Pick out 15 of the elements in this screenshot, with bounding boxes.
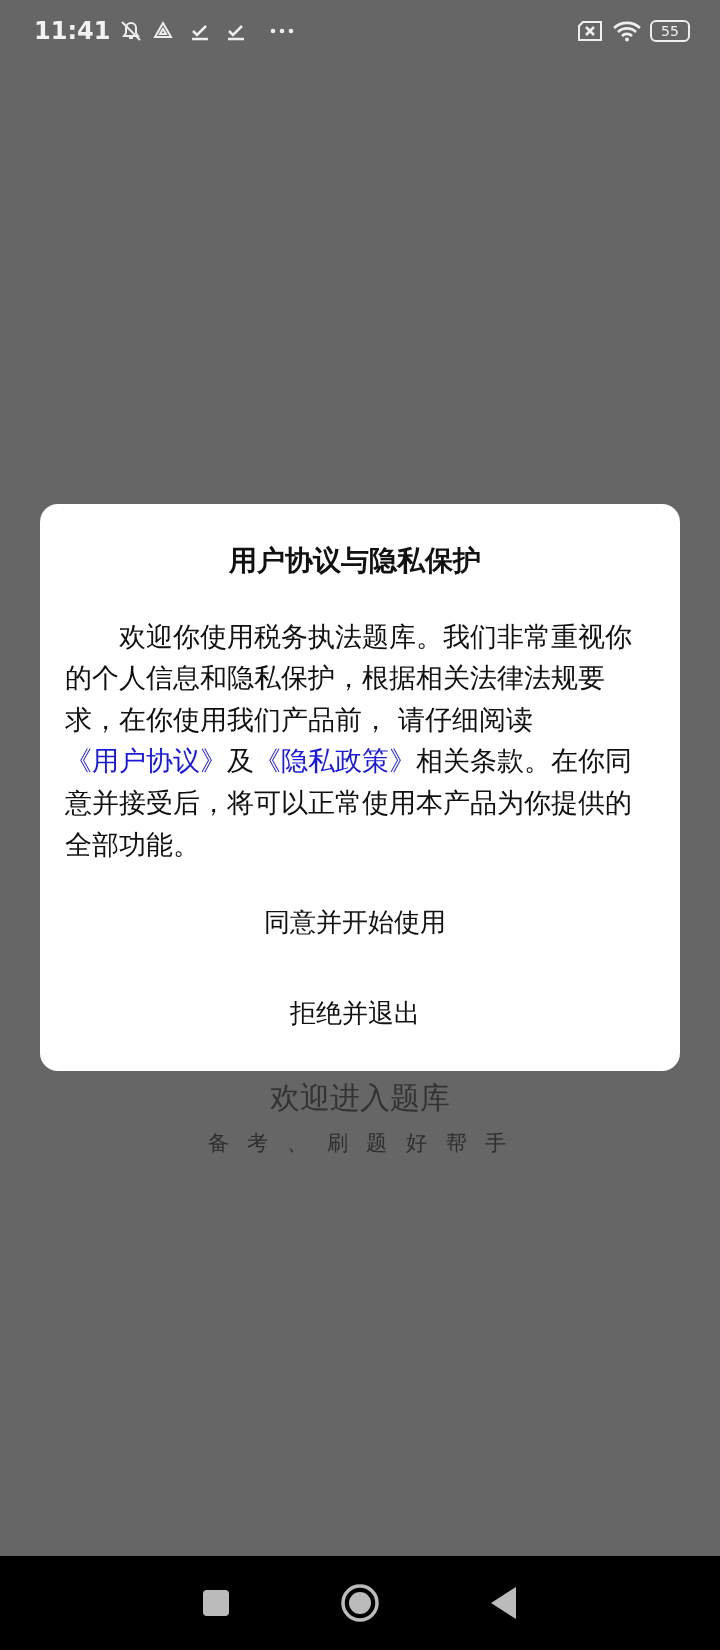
decline-button[interactable]: 拒绝并退出	[259, 980, 450, 1048]
policy-link[interactable]: 《隐私政策》	[254, 745, 416, 777]
welcome-subtitle: 备 考 、 刷 题 好 帮 手	[207, 1130, 513, 1158]
agreement-text: 欢迎你使用税务执法题库。我们非常重视你的个人信息和隐私保护，根据相关法律法规要求，在你使用我们产品前， 请仔细阅读 《用户协议》及《隐私政策》相关条款。在你同意并接受后，将可以正常使用本产品为你提供的全部功能。	[65, 619, 633, 862]
more-dots-icon	[270, 28, 295, 34]
home-circle-icon[interactable]	[340, 1583, 380, 1623]
battery-icon: 55	[650, 20, 690, 42]
status-time: 11:41	[34, 16, 111, 47]
back-triangle-icon[interactable]	[490, 1586, 518, 1620]
recents-square-icon[interactable]	[202, 1589, 230, 1617]
wifi-icon	[612, 20, 642, 42]
policy-link[interactable]: 《用户协议》	[65, 745, 227, 777]
no-sim-icon	[576, 20, 604, 42]
dialog-title: 用户协议与隐私保护	[227, 544, 482, 578]
agree-button[interactable]: 同意并开始使用	[233, 889, 476, 957]
